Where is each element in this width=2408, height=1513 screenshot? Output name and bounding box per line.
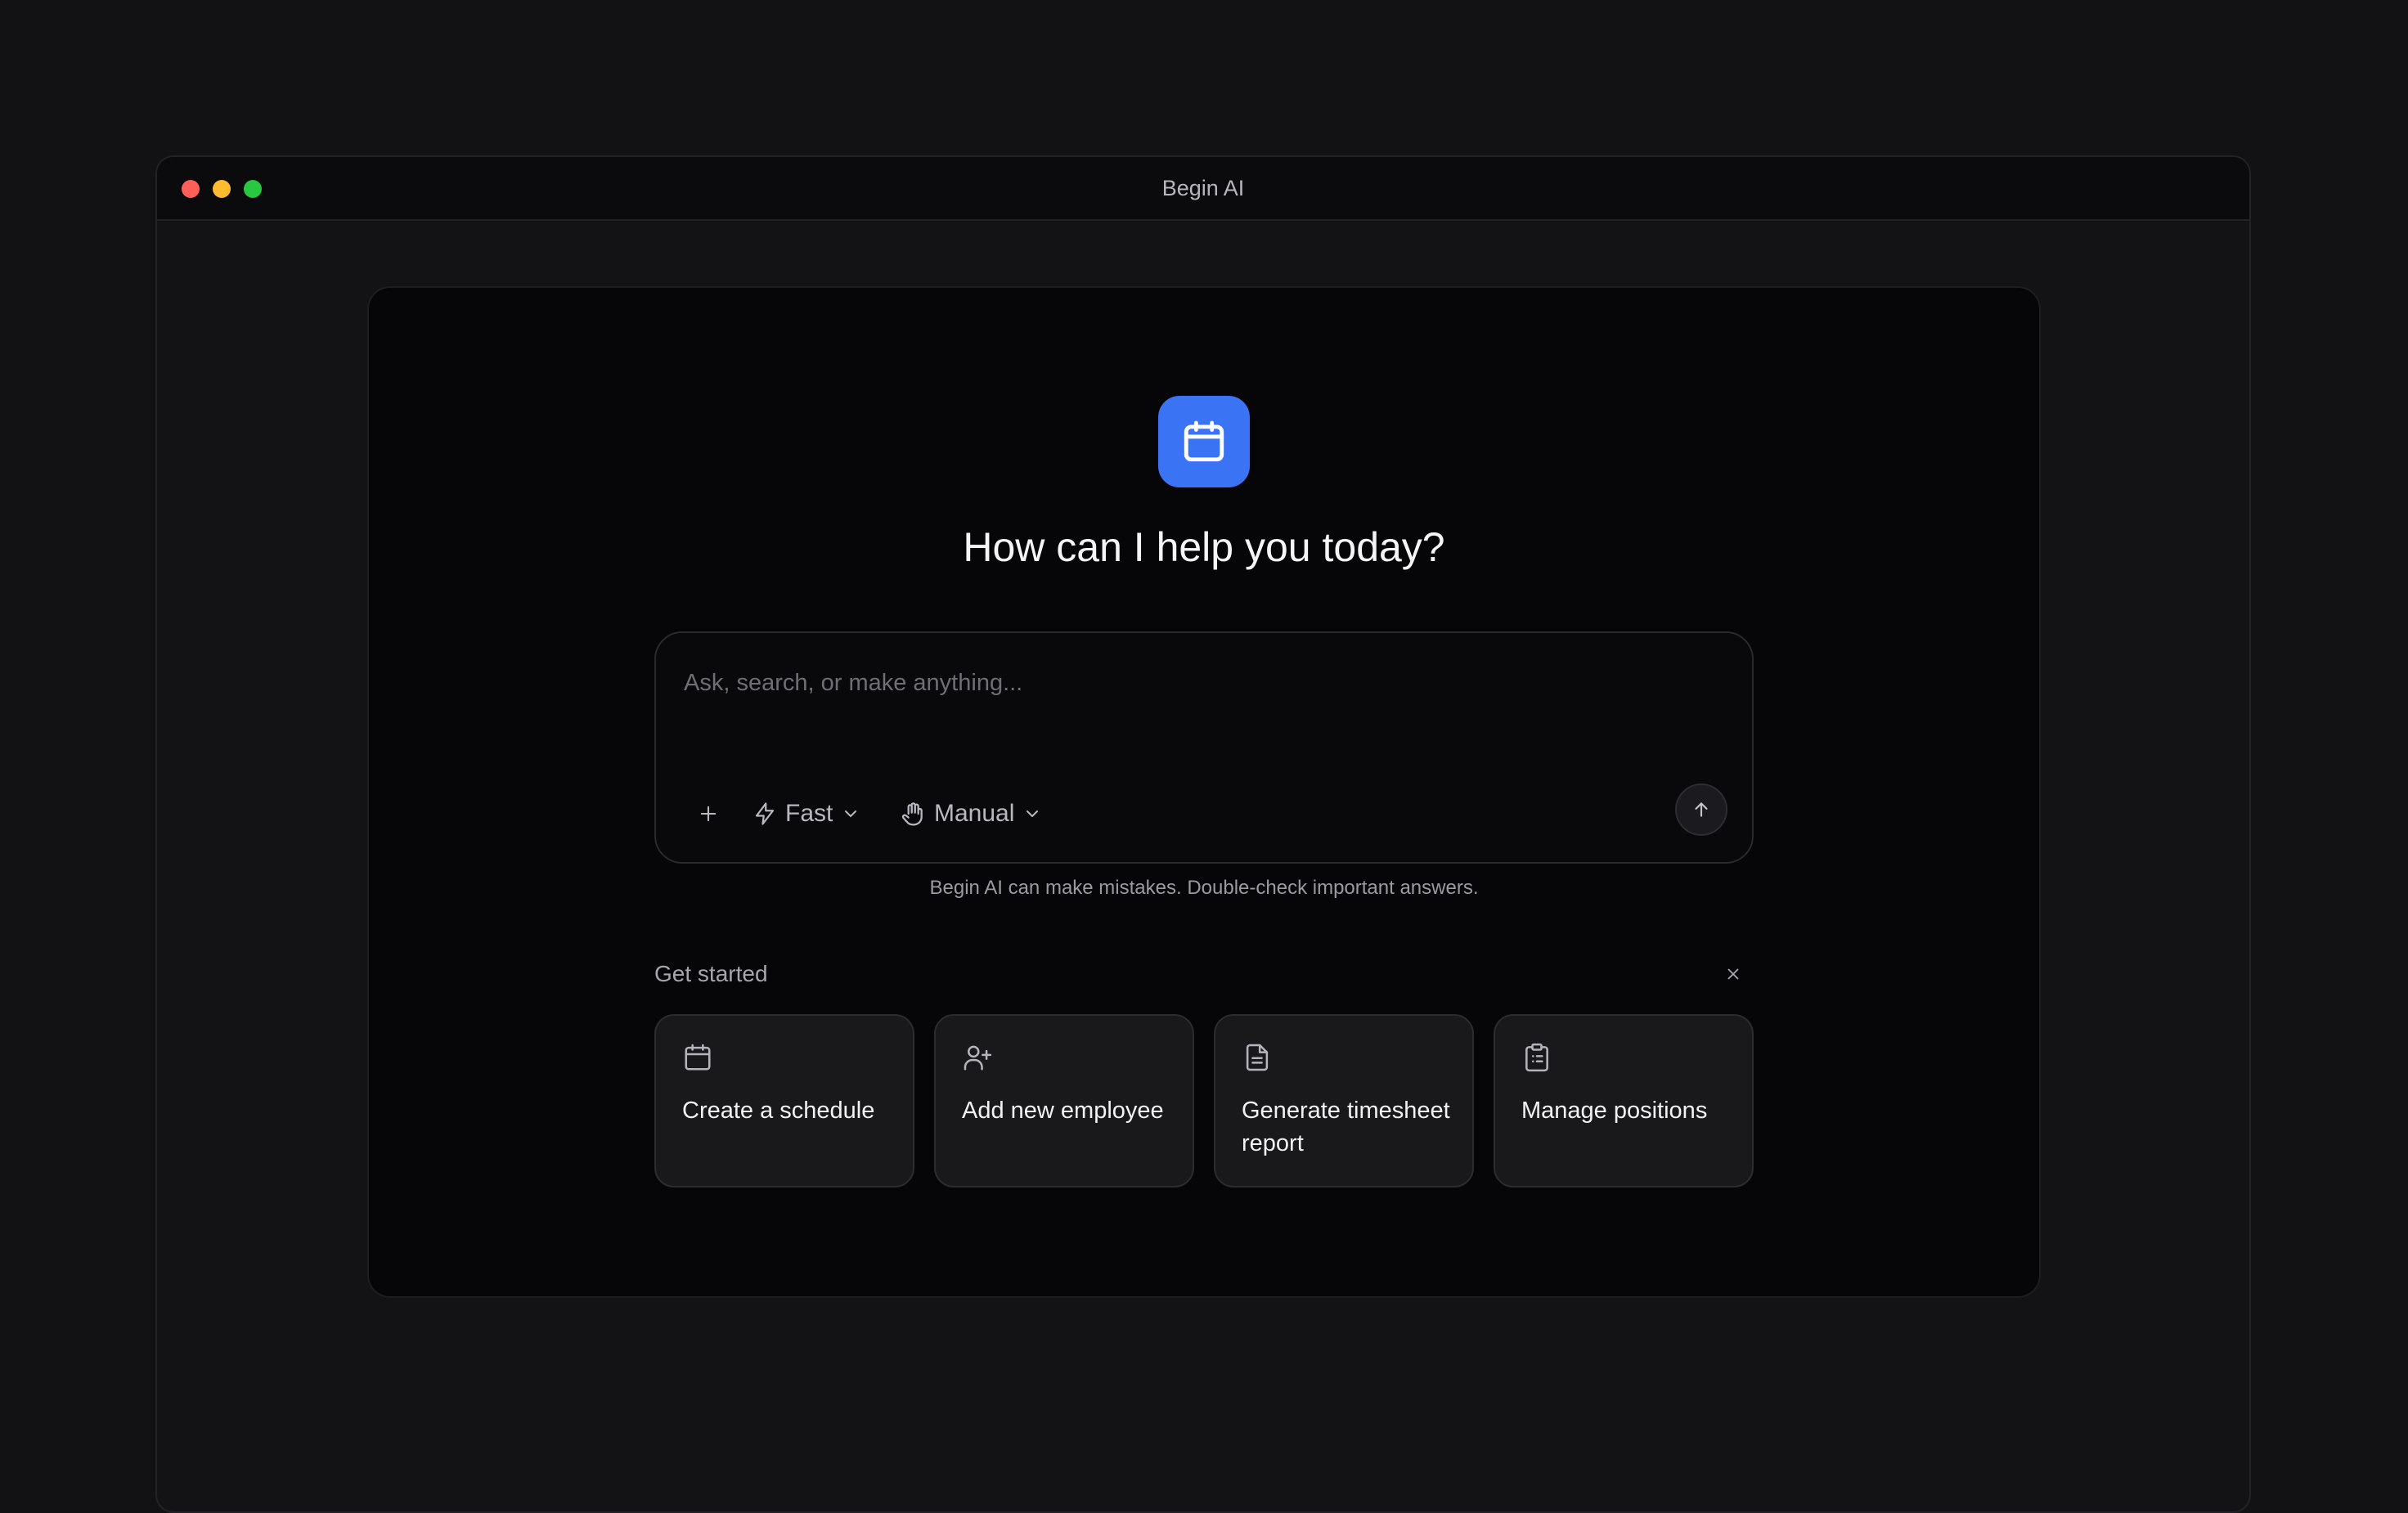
card-manage-positions[interactable]: Manage positions	[1494, 1014, 1754, 1188]
speed-selector[interactable]: Fast	[752, 793, 860, 834]
add-attachment-button[interactable]	[692, 793, 725, 834]
disclaimer-text: Begin AI can make mistakes. Double-check…	[929, 877, 1479, 899]
chevron-down-icon	[841, 804, 860, 824]
prompt-input[interactable]	[682, 658, 1724, 708]
card-label: Manage positions	[1521, 1098, 1708, 1124]
page-title: How can I help you today?	[963, 524, 1445, 570]
send-button[interactable]	[1675, 783, 1727, 836]
arrow-up-icon	[1691, 799, 1712, 820]
card-label: Generate timesheet report	[1242, 1098, 1450, 1156]
mode-label: Manual	[934, 800, 1015, 827]
plus-icon	[697, 802, 720, 825]
title-bar: Begin AI	[157, 157, 2249, 221]
document-icon	[1242, 1042, 1273, 1073]
get-started-heading: Get started	[654, 961, 768, 986]
calendar-icon	[682, 1042, 713, 1073]
card-generate-timesheet[interactable]: Generate timesheet report	[1214, 1014, 1474, 1188]
user-plus-icon	[962, 1042, 993, 1073]
calendar-icon	[1180, 418, 1228, 465]
hand-icon	[900, 801, 926, 827]
card-add-employee[interactable]: Add new employee	[934, 1014, 1194, 1188]
app-logo	[1158, 396, 1250, 487]
mode-selector[interactable]: Manual	[900, 793, 1042, 834]
dismiss-get-started-button[interactable]	[1721, 962, 1745, 986]
card-create-schedule[interactable]: Create a schedule	[654, 1014, 914, 1188]
prompt-composer: Fast Manual	[654, 631, 1754, 864]
get-started-cards: Create a schedule Add new employee Gener…	[654, 1014, 1754, 1188]
card-label: Create a schedule	[682, 1098, 875, 1124]
clipboard-list-icon	[1521, 1042, 1552, 1073]
speed-label: Fast	[785, 800, 833, 827]
lightning-icon	[752, 801, 777, 826]
window-title: Begin AI	[1161, 176, 1245, 200]
chevron-down-icon	[1022, 804, 1042, 824]
close-icon	[1724, 965, 1742, 983]
card-label: Add new employee	[962, 1098, 1164, 1124]
